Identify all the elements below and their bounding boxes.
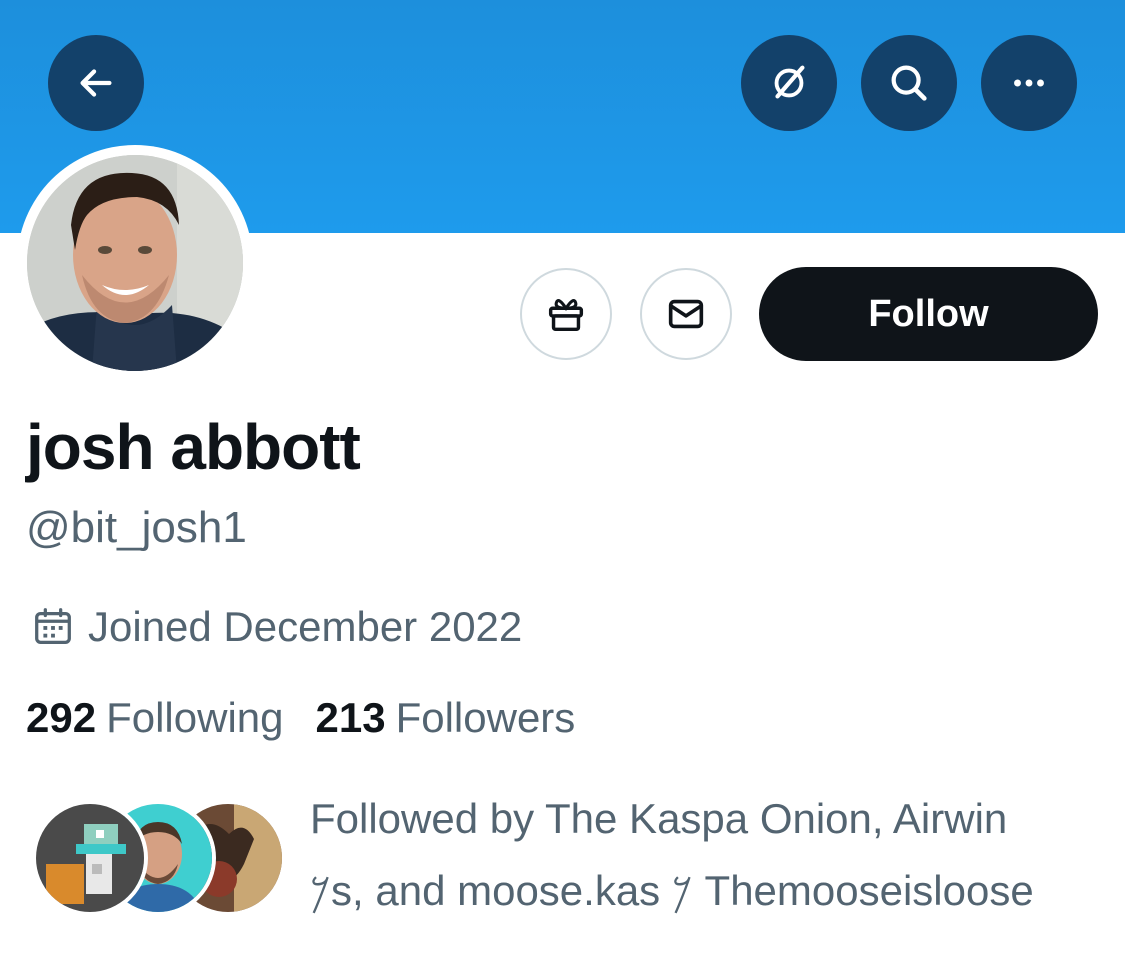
joined-date-row: Joined December 2022 [30, 603, 522, 651]
followed-by-line-2: 𐤊s, and moose.kas 𐤊 Themooseisloose [310, 867, 1034, 914]
avatar-border [17, 145, 253, 381]
joined-date: Joined December 2022 [88, 603, 523, 650]
grok-button[interactable] [741, 35, 837, 131]
grok-icon [774, 65, 805, 99]
followed-by-text[interactable]: Followed by The Kaspa Onion, Airwin 𐤊s, … [310, 783, 1110, 927]
followers-label: Followers [395, 694, 576, 741]
follow-button[interactable]: Follow [759, 267, 1098, 361]
followers-count: 213 [315, 694, 386, 741]
avatar-photo [27, 155, 243, 371]
search-button[interactable] [861, 35, 957, 131]
follow-stats: 292 Following 213 Followers [26, 694, 575, 742]
gift-icon [548, 299, 584, 332]
display-name: josh abbott [26, 411, 361, 483]
envelope-icon [668, 299, 704, 329]
followed-by-line-1: Followed by The Kaspa Onion, Airwin [310, 795, 1008, 842]
kaspa-onion-avatar [36, 804, 144, 912]
message-button[interactable] [640, 268, 732, 360]
search-icon [891, 65, 927, 101]
calendar-icon [35, 608, 71, 644]
gift-button[interactable] [520, 268, 612, 360]
following-link[interactable]: 292 Following [26, 694, 284, 742]
arrow-left-icon [80, 69, 112, 97]
followers-link[interactable]: 213 Followers [316, 694, 576, 742]
avatar[interactable] [27, 155, 243, 371]
following-label: Following [106, 694, 284, 741]
avatar [32, 800, 148, 916]
more-button[interactable] [981, 35, 1077, 131]
followers-you-know-facepile[interactable] [32, 800, 286, 916]
more-dots-icon [1014, 79, 1044, 87]
back-button[interactable] [48, 35, 144, 131]
following-count: 292 [26, 694, 97, 741]
handle: @bit_josh1 [26, 503, 247, 552]
